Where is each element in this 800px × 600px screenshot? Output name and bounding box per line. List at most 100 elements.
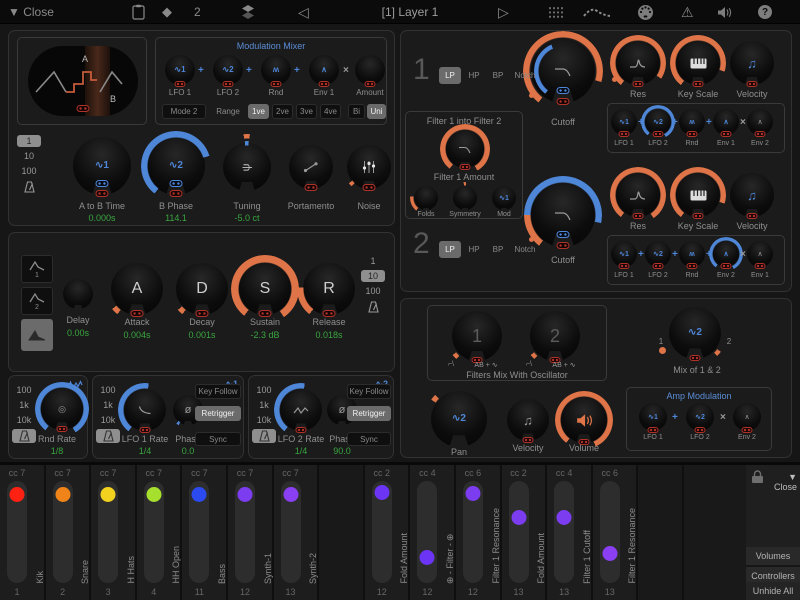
filter1-velocity-knob[interactable]: ♫ [730,41,774,85]
scale-1k[interactable]: 1k [252,399,276,411]
fader-track[interactable] [53,481,73,583]
fader-handle[interactable] [374,485,389,500]
decay-knob[interactable]: D [176,263,228,315]
clipboard-icon[interactable] [132,0,145,24]
amp-mod-env2-knob[interactable]: ∧ [733,403,761,431]
scale-1[interactable]: 1 [17,135,41,147]
sync-button[interactable]: Sync [195,432,241,446]
sustain-knob[interactable]: S [239,263,291,315]
fader-track[interactable] [417,481,437,583]
wave-display-screen[interactable]: A B [28,46,138,116]
mm-env1-knob[interactable]: ∧ [309,55,339,85]
unipolar-button[interactable]: Uni [367,104,386,119]
mixer-close-button[interactable]: ▼ Close [763,472,797,492]
unhide-all-button[interactable]: Unhide All [746,582,800,600]
retrigger-button[interactable]: Retrigger [195,406,241,421]
fader-handle[interactable] [511,510,526,525]
fader-handle[interactable] [101,487,116,502]
grid-view-icon[interactable] [548,0,564,24]
f1-mod-lfo1-knob[interactable]: ∿1 [611,109,637,135]
warning-icon[interactable]: ⚠ [681,0,694,24]
filter2-mix-mode[interactable]: AB + ∿ [544,361,584,369]
symmetry-knob[interactable] [453,186,477,210]
scale-1k[interactable]: 1k [96,399,120,411]
scale-10[interactable]: 10 [17,150,41,162]
mm-amount-knob[interactable] [355,55,385,85]
key-follow-button[interactable]: Key Follow [195,384,241,399]
fader-track[interactable] [281,481,301,583]
fader-track[interactable] [7,481,27,583]
fader-handle[interactable] [192,487,207,502]
scale-10k[interactable]: 10k [12,414,36,426]
close-button[interactable]: ▼ Close [8,0,54,24]
bipolar-button[interactable]: Bi [348,104,365,119]
filter2-res-knob[interactable] [616,173,660,217]
fader-handle[interactable] [237,487,252,502]
f2-mod-env2-knob[interactable]: ∧ [713,241,739,267]
fader-track[interactable] [600,481,620,583]
scale-100[interactable]: 100 [12,384,36,396]
lfo1-rate-knob[interactable] [124,389,166,431]
out-velocity-knob[interactable]: ♫ [507,399,549,441]
fold-mod-knob[interactable]: ∿1 [492,186,516,210]
filter2-mix-knob[interactable]: 2 [530,311,580,361]
amp-mod-lfo2-knob[interactable]: ∿2 [686,403,714,431]
scale-10[interactable]: 10 [361,270,385,282]
octave-2ve-button[interactable]: 2ve [272,104,293,119]
env-time-scale-selector[interactable]: 1 10 100 [361,255,385,314]
scale-100[interactable]: 100 [252,384,276,396]
pan-knob[interactable]: ∿2 [431,391,487,447]
fader-track[interactable] [235,481,255,583]
octave-1ve-button[interactable]: 1ve [248,104,269,119]
fader-track[interactable] [509,481,529,583]
env2-tab[interactable]: 2 [21,287,53,315]
curve-editor-icon[interactable] [583,0,611,24]
metronome-icon[interactable] [361,300,385,314]
f2-mod-lfo2-knob[interactable]: ∿2 [645,241,671,267]
portamento-knob[interactable] [289,145,333,189]
folds-knob[interactable] [414,186,438,210]
f1-mod-env2-knob[interactable]: ∧ [747,109,773,135]
wave-display[interactable]: A B [17,37,147,125]
release-knob[interactable]: R [303,263,355,315]
octave-4ve-button[interactable]: 4ve [320,104,341,119]
noise-knob[interactable] [347,145,391,189]
metronome-icon[interactable] [17,180,41,194]
speaker-icon[interactable] [717,0,732,24]
scale-1[interactable]: 1 [361,255,385,267]
tuning-knob[interactable]: ψ [223,143,271,191]
filter1-lp-button[interactable]: LP [439,67,461,84]
retrigger-button[interactable]: Retrigger [347,406,391,421]
filter1-keyscale-knob[interactable] [676,41,720,85]
rnd-rate-knob[interactable]: ◎ [41,388,83,430]
help-icon[interactable]: ? [758,0,772,24]
attack-knob[interactable]: A [111,263,163,315]
f2-mod-env1-knob[interactable]: ∧ [747,241,773,267]
filter2-hp-button[interactable]: HP [463,241,485,258]
fader-track[interactable] [98,481,118,583]
amp-mod-lfo1-knob[interactable]: ∿1 [639,403,667,431]
mm-lfo1-knob[interactable]: ∿1 [165,55,195,85]
volume-knob[interactable] [561,397,607,443]
a-to-b-time-knob[interactable]: ∿1 [73,137,131,195]
fader-track[interactable] [463,481,483,583]
delay-knob[interactable] [63,279,93,309]
filter1-mix-knob[interactable]: 1 [452,311,502,361]
scale-100[interactable]: 100 [96,384,120,396]
scale-10k[interactable]: 10k [252,414,276,426]
scale-100[interactable]: 100 [361,285,385,297]
time-scale-selector[interactable]: 1 10 100 [17,135,41,194]
midi-icon[interactable] [637,0,654,24]
scale-1k[interactable]: 1k [12,399,36,411]
mm-lfo2-knob[interactable]: ∿2 [213,55,243,85]
mix-of-1-2-knob[interactable]: ∿2 [669,307,721,359]
layers-stack-icon[interactable] [240,0,256,24]
sync-button[interactable]: Sync [347,432,391,446]
scale-100[interactable]: 100 [17,165,41,177]
filter2-velocity-knob[interactable]: ♫ [730,173,774,217]
mode-button[interactable]: Mode 2 [162,104,206,119]
filter1-hp-button[interactable]: HP [463,67,485,84]
f2-mod-lfo1-knob[interactable]: ∿1 [611,241,637,267]
f1-mod-lfo2-knob[interactable]: ∿2 [645,109,671,135]
mm-rnd-knob[interactable]: ʍ [261,55,291,85]
